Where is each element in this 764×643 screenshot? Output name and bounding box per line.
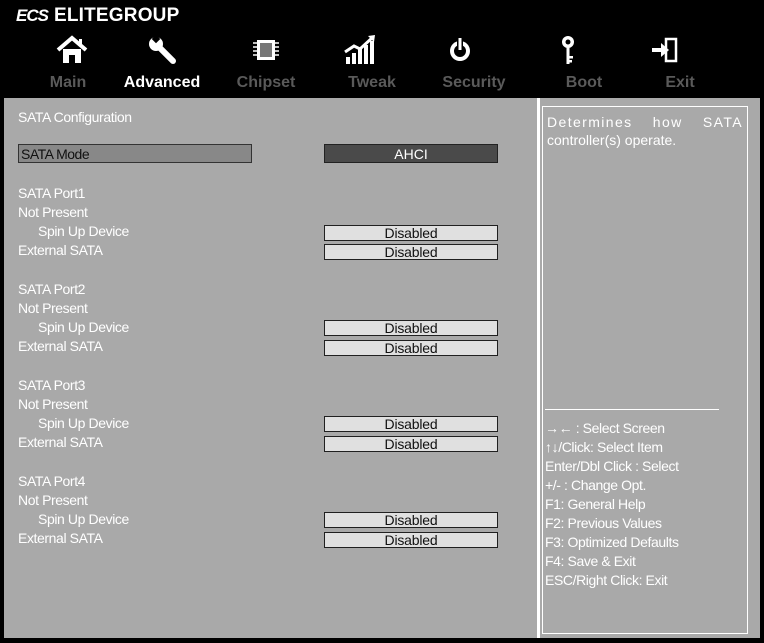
- help-desc-word: Determines: [547, 114, 633, 130]
- help-divider: [545, 409, 719, 410]
- settings-panel: SATA Configuration SATA Mode AHCI SATA P…: [4, 98, 760, 638]
- home-icon[interactable]: [52, 30, 92, 70]
- exit-icon[interactable]: [644, 30, 684, 70]
- spin-up-label: Spin Up Device: [38, 319, 129, 335]
- port-status: Not Present: [18, 300, 88, 316]
- port-status: Not Present: [18, 492, 88, 508]
- external-sata-label: External SATA: [18, 434, 103, 450]
- tab-exit[interactable]: Exit: [665, 74, 694, 92]
- tab-bar: Main Advanced Chipset Tweak Security Boo…: [4, 74, 760, 96]
- power-icon[interactable]: [440, 30, 480, 70]
- spin-up-value[interactable]: Disabled: [324, 416, 498, 432]
- external-sata-label: External SATA: [18, 530, 103, 546]
- wrench-icon[interactable]: [142, 30, 182, 70]
- help-desc-word: how: [652, 114, 683, 130]
- spin-up-value[interactable]: Disabled: [324, 320, 498, 336]
- key-hint: F3: Optimized Defaults: [545, 534, 679, 550]
- icon-bar: [4, 30, 760, 72]
- ecs-logo: ECS: [16, 6, 49, 25]
- port-name: SATA Port3: [18, 377, 86, 393]
- sata-mode-label[interactable]: SATA Mode: [18, 144, 252, 163]
- brand-name: ELITEGROUP: [53, 5, 180, 26]
- brand: ECS ELITEGROUP: [16, 4, 179, 28]
- key-hint: Enter/Dbl Click : Select: [545, 458, 679, 474]
- chip-icon[interactable]: [246, 30, 286, 70]
- key-hint: ESC/Right Click: Exit: [545, 572, 668, 588]
- bar-chart-icon[interactable]: [340, 30, 380, 70]
- help-desc-line: controller(s) operate.: [547, 132, 677, 148]
- external-sata-label: External SATA: [18, 338, 103, 354]
- bios-frame: ECS ELITEGROUP Main Advanced Chipset Twe…: [0, 0, 764, 643]
- key-hint: +/- : Change Opt.: [545, 477, 646, 493]
- port-status: Not Present: [18, 396, 88, 412]
- external-sata-label: External SATA: [18, 242, 103, 258]
- port-name: SATA Port2: [18, 281, 86, 297]
- help-panel: Determines how SATA controller(s) operat…: [542, 106, 748, 634]
- help-desc-word: SATA: [702, 114, 743, 130]
- external-sata-value[interactable]: Disabled: [324, 436, 498, 452]
- key-hint: →← : Select Screen: [545, 420, 665, 436]
- key-hint: F1: General Help: [545, 496, 646, 512]
- tab-main[interactable]: Main: [50, 74, 86, 92]
- tab-boot[interactable]: Boot: [566, 74, 602, 92]
- key-hint: ↑↓/Click: Select Item: [545, 439, 663, 455]
- key-hint: F2: Previous Values: [545, 515, 662, 531]
- help-description: Determines how SATA controller(s) operat…: [547, 113, 743, 149]
- external-sata-value[interactable]: Disabled: [324, 532, 498, 548]
- port-status: Not Present: [18, 204, 88, 220]
- spin-up-value[interactable]: Disabled: [324, 225, 498, 241]
- port-name: SATA Port1: [18, 185, 86, 201]
- external-sata-value[interactable]: Disabled: [324, 244, 498, 260]
- tab-advanced[interactable]: Advanced: [124, 74, 200, 92]
- external-sata-value[interactable]: Disabled: [324, 340, 498, 356]
- key-hint: F4: Save & Exit: [545, 553, 636, 569]
- spin-up-value[interactable]: Disabled: [324, 512, 498, 528]
- section-heading: SATA Configuration: [18, 109, 132, 125]
- spin-up-label: Spin Up Device: [38, 415, 129, 431]
- port-name: SATA Port4: [18, 473, 86, 489]
- panel-divider: [537, 98, 540, 638]
- tab-security[interactable]: Security: [442, 74, 505, 92]
- sata-mode-value[interactable]: AHCI: [324, 144, 498, 163]
- spin-up-label: Spin Up Device: [38, 223, 129, 239]
- spin-up-label: Spin Up Device: [38, 511, 129, 527]
- key-icon[interactable]: [548, 30, 588, 70]
- key-legend: →← : Select Screen ↑↓/Click: Select Item…: [545, 419, 679, 590]
- tab-chipset[interactable]: Chipset: [237, 74, 296, 92]
- tab-tweak[interactable]: Tweak: [348, 74, 396, 92]
